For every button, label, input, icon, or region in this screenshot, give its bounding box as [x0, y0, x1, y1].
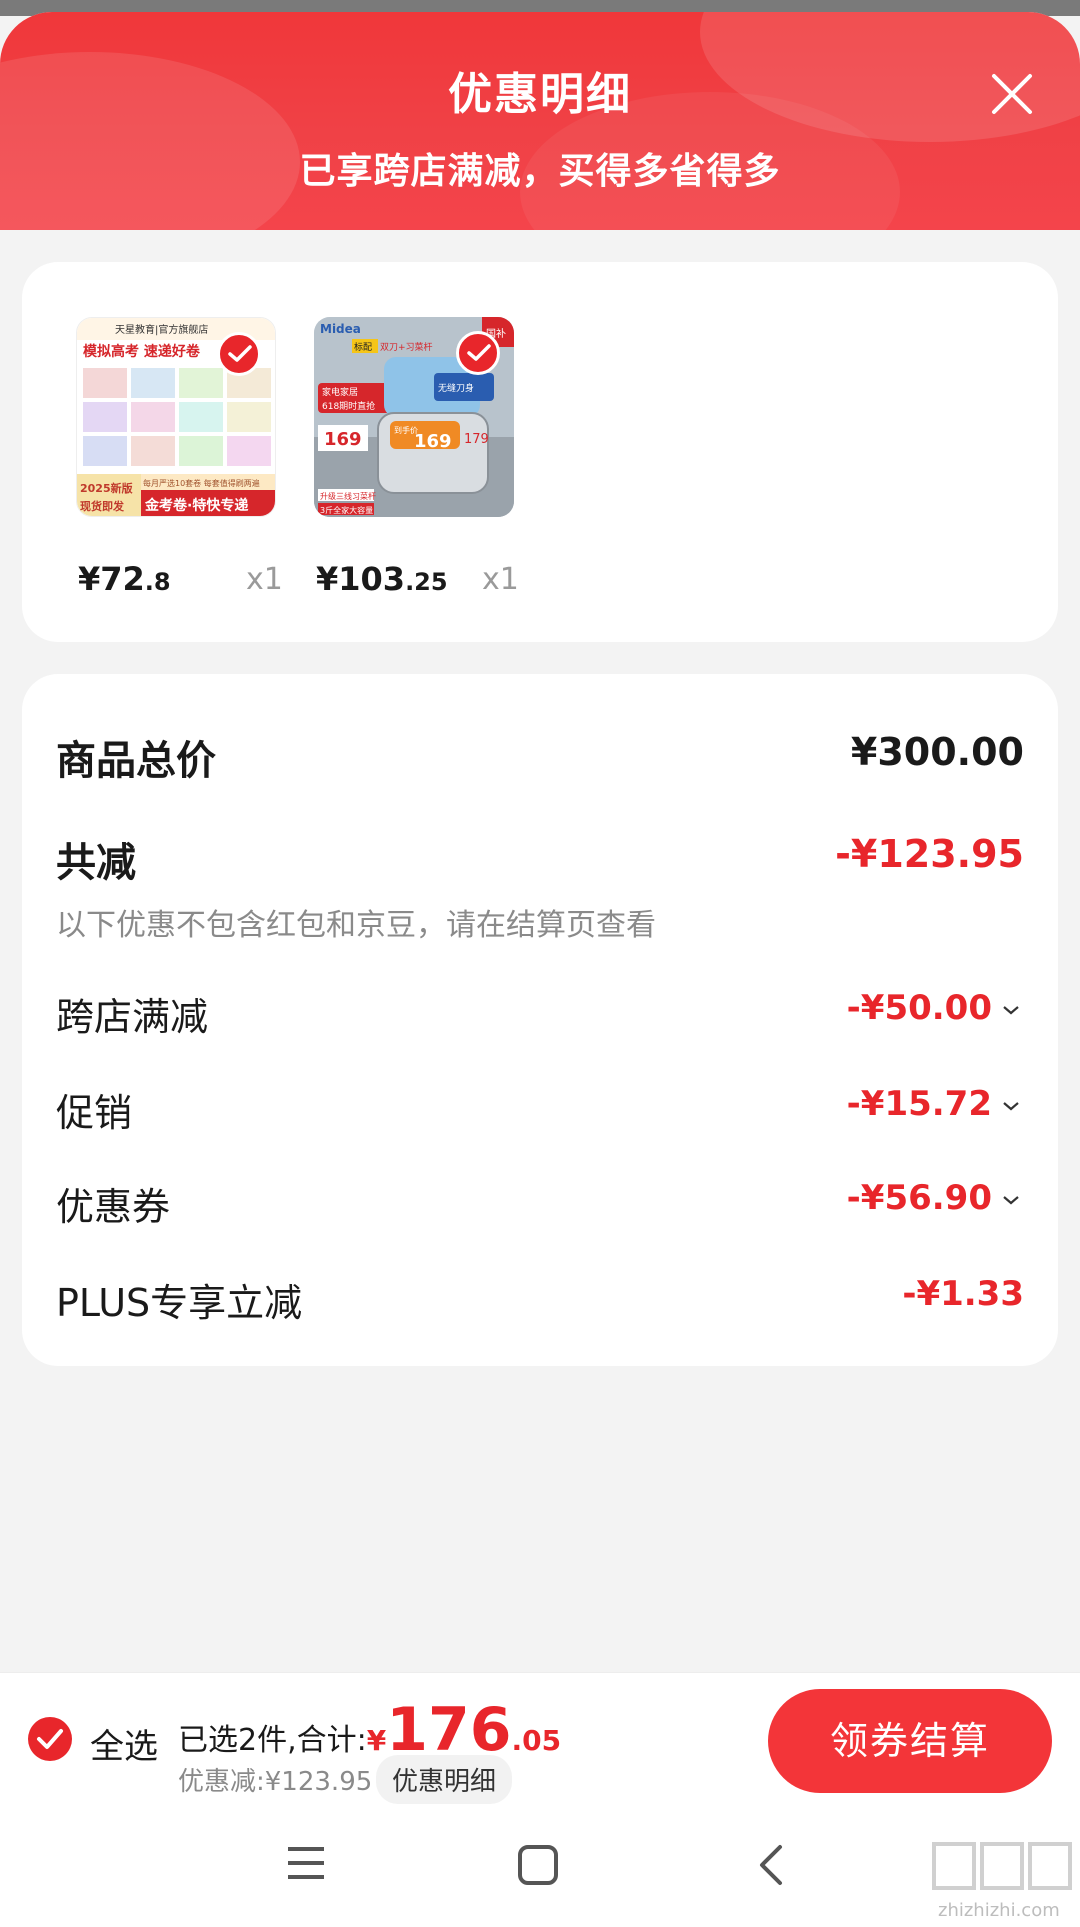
- home-icon[interactable]: [516, 1843, 560, 1891]
- thumb-ship-text: 现货即发: [80, 499, 125, 513]
- discount-detail-button[interactable]: 优惠明细: [376, 1755, 513, 1804]
- select-all-checkbox[interactable]: [28, 1717, 72, 1761]
- thumb-price-label: 169: [324, 429, 362, 450]
- thumb-headline-text: 模拟高考 速递好卷: [83, 343, 201, 360]
- discount-label: 促销: [56, 1091, 133, 1135]
- selected-check-icon[interactable]: [456, 331, 500, 375]
- menu-icon[interactable]: [284, 1843, 328, 1887]
- chevron-down-icon: [1003, 1005, 1019, 1014]
- total-reduction-label: 共减: [56, 840, 136, 886]
- thumb-brand-text: Midea: [320, 322, 361, 336]
- thumb-flash-text: 618期时直抢: [322, 400, 375, 412]
- discount-value: -¥15.72: [847, 1084, 1020, 1124]
- total-amount-dec: .05: [511, 1724, 562, 1757]
- chevron-down-icon: [1003, 1195, 1019, 1204]
- total-price-label: 商品总价: [56, 738, 216, 784]
- discount-value: -¥50.00: [847, 988, 1020, 1028]
- thumb-event-text: 家电家居: [322, 386, 358, 398]
- product-thumbnail-food-chopper[interactable]: Midea 标配 双刀+习菜杆 国补 家电家居 618期时直抢 169 无缝刀身…: [314, 317, 514, 517]
- discount-summary-card: 商品总价 ¥300.00 共减 -¥123.95 以下优惠不包含红包和京豆，请在…: [22, 674, 1058, 1366]
- back-icon[interactable]: [756, 1843, 786, 1891]
- discount-note: 以下优惠不包含红包和京豆，请在结算页查看: [56, 908, 656, 943]
- products-card: 天星教育|官方旗舰店 模拟高考 速递好卷 2025新版 现货即发 每月严选10套…: [22, 262, 1058, 642]
- thumb-promo-text: 每月严选10套卷 每套值得刷两遍: [143, 478, 260, 488]
- product-thumbnail-exam-papers[interactable]: 天星教育|官方旗舰店 模拟高考 速递好卷 2025新版 现货即发 每月严选10套…: [76, 317, 276, 517]
- product-quantity: x1: [482, 562, 519, 597]
- chevron-down-icon: [1003, 1101, 1019, 1110]
- total-price-value: ¥300.00: [850, 730, 1024, 774]
- watermark-text: zhizhizhi.com: [938, 1900, 1060, 1921]
- thumb-deal-price-text: 169: [414, 431, 452, 452]
- thumb-banner-text: 金考卷·特快专递: [144, 497, 248, 514]
- discount-label: 优惠券: [56, 1185, 171, 1229]
- discount-detail-sheet: 优惠明细 已享跨店满减，买得多省得多 天星教育|官方旗舰店 模拟高考 速递好卷: [0, 12, 1080, 1927]
- checkout-bar: 全选 已选2件,合计:¥176.05 优惠减:¥123.95 优惠明细 领券结算: [0, 1672, 1080, 1807]
- total-currency: ¥: [366, 1724, 387, 1757]
- thumb-upgrade-text: 升级三线习菜杆: [320, 491, 376, 501]
- thumb-edition-text: 2025新版: [80, 481, 133, 495]
- checkout-button[interactable]: 领券结算: [768, 1689, 1052, 1793]
- sheet-header: 优惠明细 已享跨店满减，买得多省得多: [0, 12, 1080, 230]
- select-all-label[interactable]: 全选: [90, 1719, 158, 1768]
- sheet-title: 优惠明细: [448, 69, 632, 120]
- product-price: ¥103.25: [316, 560, 448, 598]
- discount-label: PLUS专享立减: [56, 1281, 303, 1325]
- discount-value: -¥56.90: [847, 1178, 1020, 1218]
- thumb-orig-price-text: 179: [464, 432, 489, 447]
- discount-value: -¥1.33: [902, 1274, 1024, 1314]
- thumb-standard-text: 标配: [354, 341, 372, 353]
- sheet-subtitle: 已享跨店满减，买得多省得多: [299, 151, 781, 192]
- thumb-store-text: 天星教育|官方旗舰店: [115, 323, 208, 336]
- product-price: ¥72.8: [78, 560, 171, 598]
- selected-total: 已选2件,合计:¥176.05: [178, 1695, 561, 1765]
- product-quantity: x1: [246, 562, 283, 597]
- thumb-blade-text: 双刀+习菜杆: [380, 341, 433, 353]
- discount-label: 跨店满减: [56, 995, 209, 1039]
- discount-amount-text: 优惠减:¥123.95: [178, 1767, 373, 1797]
- thumb-blade-feature-text: 无缝刀身: [438, 382, 474, 394]
- close-icon[interactable]: [988, 70, 1036, 118]
- system-nav-bar: [0, 1807, 1080, 1927]
- selected-count-text: 已选2件,合计:: [178, 1723, 367, 1758]
- selected-check-icon[interactable]: [217, 332, 261, 376]
- thumb-capacity-text: 3斤全家大容量: [320, 505, 373, 515]
- total-reduction-value: -¥123.95: [835, 832, 1024, 876]
